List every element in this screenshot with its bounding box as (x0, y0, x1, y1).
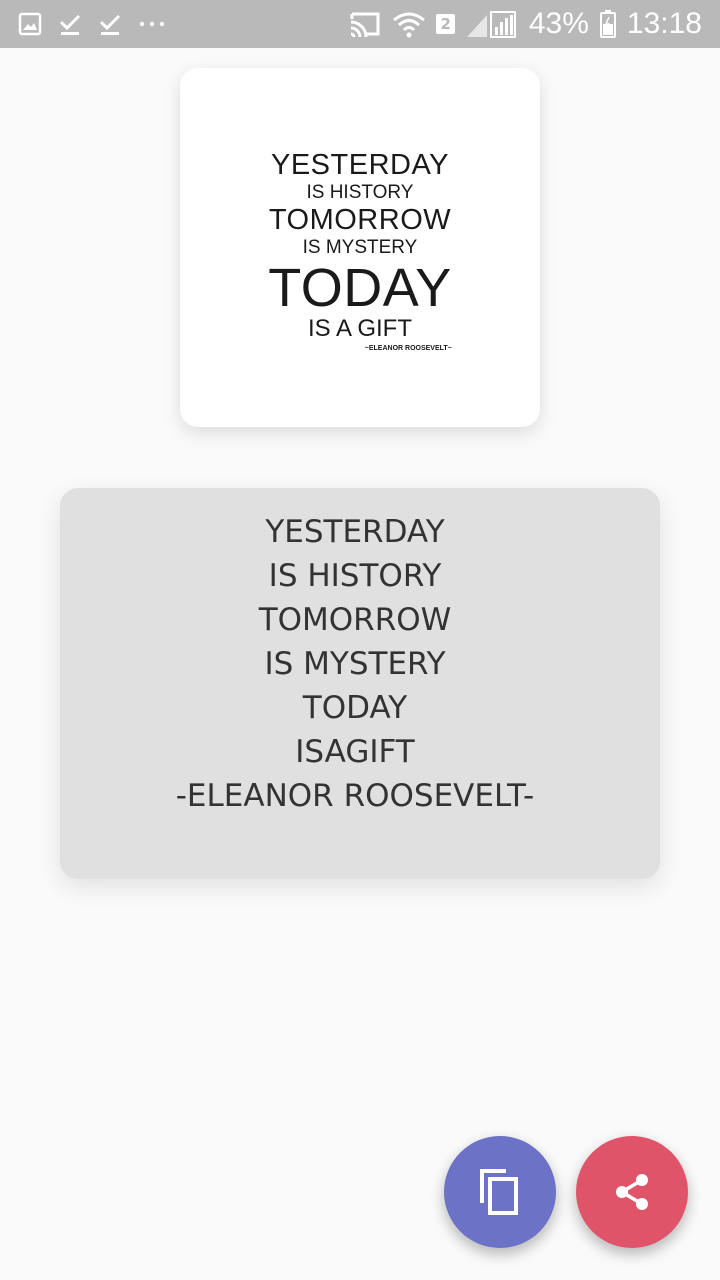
status-bar: 2 43% 13:18 (0, 0, 720, 48)
system-icons: 2 43% 13:18 (348, 9, 702, 39)
quote-text-line: ISAGIFT (295, 734, 415, 770)
quote-image: YESTERDAY IS HISTORY TOMORROW IS MYSTERY… (268, 149, 452, 353)
quote-image-line: TOMORROW (268, 204, 452, 236)
wifi-icon (392, 10, 426, 38)
quote-text-line: IS MYSTERY (264, 646, 446, 682)
quote-image-line: IS MYSTERY (302, 237, 418, 258)
check-icon (98, 12, 122, 36)
quote-image-card[interactable]: YESTERDAY IS HISTORY TOMORROW IS MYSTERY… (180, 68, 540, 427)
clock: 13:18 (626, 7, 702, 40)
quote-text-line: YESTERDAY (265, 514, 445, 550)
quote-text-line: TOMORROW (258, 602, 452, 638)
notification-icons (18, 12, 166, 36)
quote-text-line: -ELEANOR ROOSEVELT- (175, 778, 535, 814)
quote-text-line: TODAY (302, 690, 408, 726)
share-icon (610, 1170, 654, 1214)
share-button[interactable] (576, 1136, 688, 1248)
check-icon (58, 12, 82, 36)
quote-text-card[interactable]: YESTERDAY IS HISTORY TOMORROW IS MYSTERY… (60, 488, 660, 879)
quote-image-line: TODAY (268, 258, 452, 318)
battery-icon (599, 9, 617, 39)
signal-icon (465, 9, 519, 39)
copy-button[interactable] (444, 1136, 556, 1248)
quote-image-line: IS A GIFT (307, 315, 412, 342)
quote-image-author: ~ELEANOR ROOSEVELT~ (364, 345, 452, 352)
battery-percent: 43% (528, 7, 589, 40)
quote-image-line: YESTERDAY (270, 149, 449, 181)
image-icon (18, 12, 42, 36)
quote-text-line: IS HISTORY (268, 558, 442, 594)
quote-image-line: IS HISTORY (306, 182, 414, 203)
copy-icon (478, 1167, 522, 1217)
sim-badge: 2 (436, 14, 455, 34)
cast-icon (348, 10, 382, 38)
more-dots-icon (138, 12, 166, 36)
